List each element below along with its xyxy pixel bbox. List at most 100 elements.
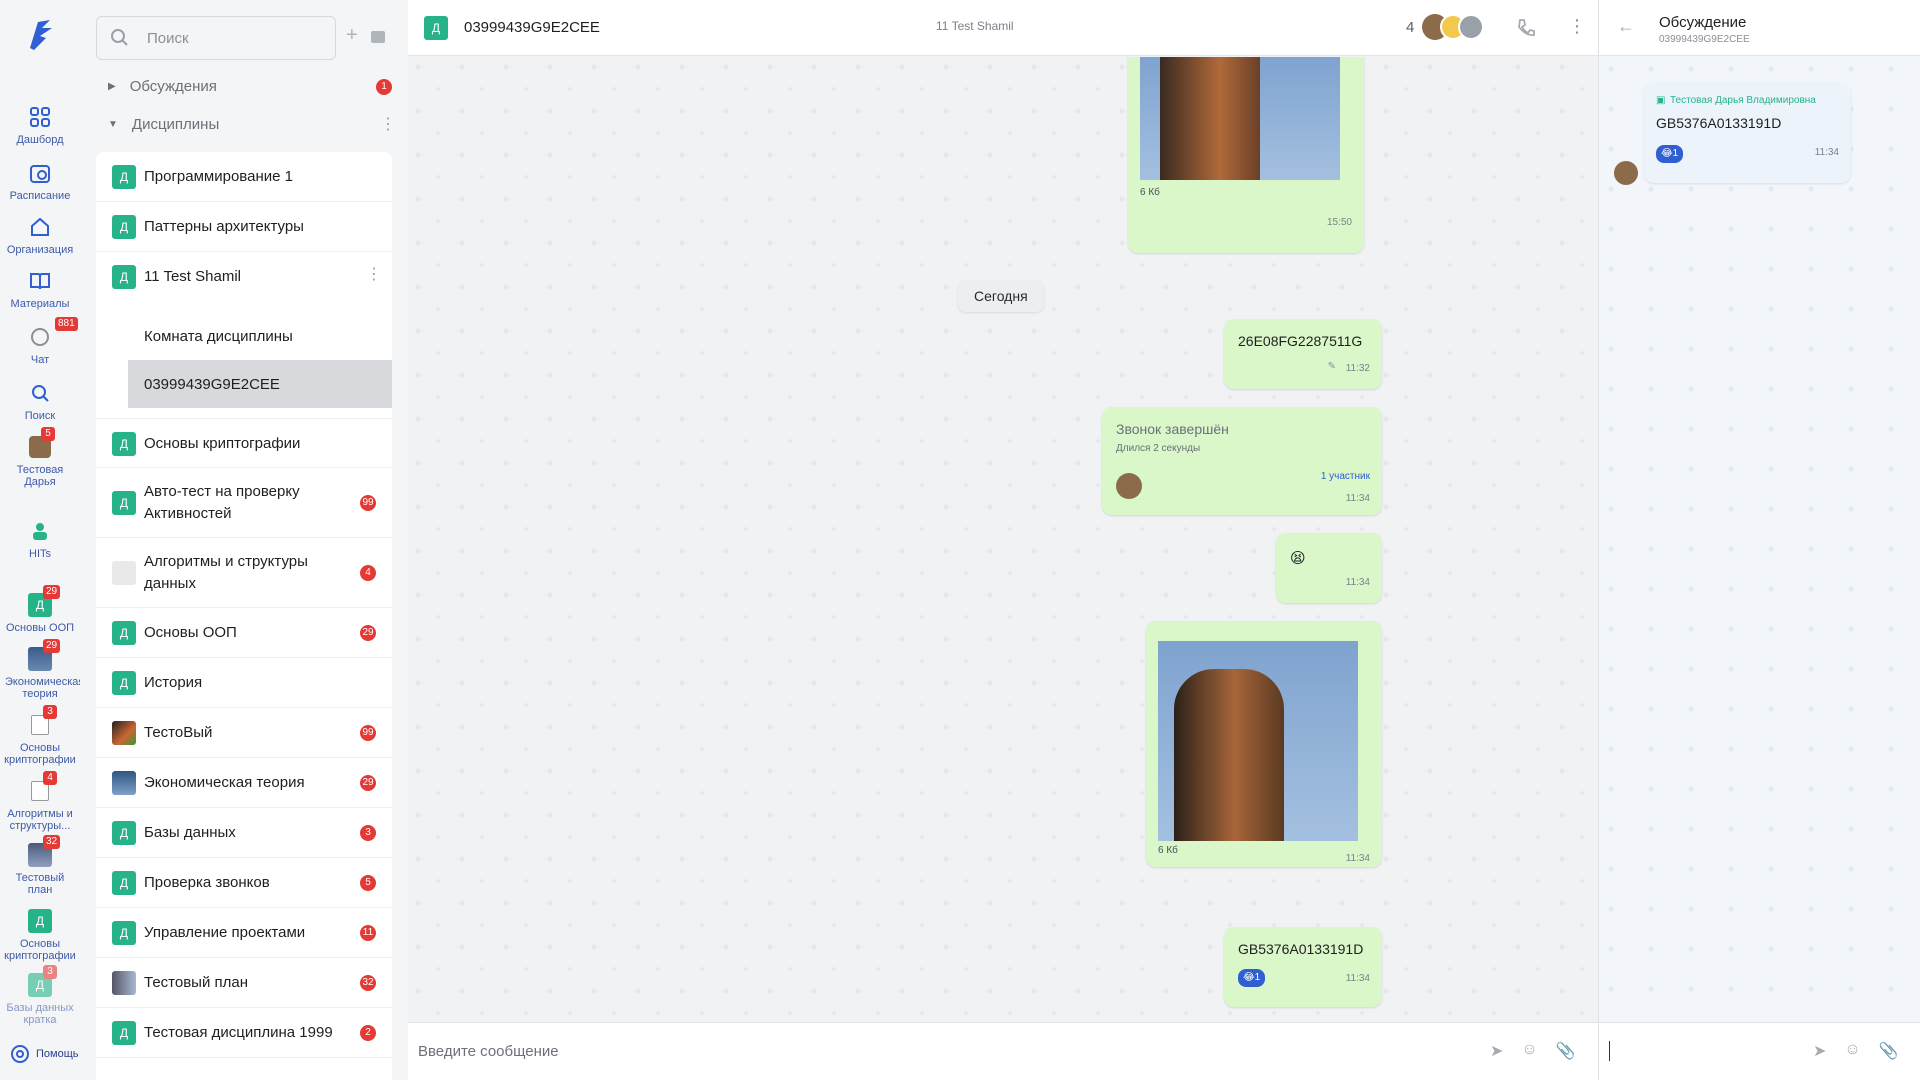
thread-panel: ← Обсуждение 03999439G9E2CEE ▣ Тестовая …: [1598, 0, 1920, 1080]
thread-message[interactable]: ▣ Тестовая Дарья Владимировна GB5376A013…: [1644, 83, 1851, 183]
back-arrow-icon[interactable]: ←: [1617, 16, 1635, 37]
message-image[interactable]: 6 Кб 11:34: [1146, 621, 1382, 867]
more-icon[interactable]: ⋮: [1568, 16, 1586, 37]
hits-icon: [27, 518, 53, 544]
message-time: 15:50: [1326, 217, 1352, 228]
nav-label: Базы данных кратка: [6, 1002, 74, 1026]
nav-discipline-algo[interactable]: 4 Алгоритмы и структуры...: [0, 771, 80, 832]
nav-discipline-oop[interactable]: Д 29 Основы ООП: [0, 585, 80, 634]
list-item[interactable]: Д Основы ООП 29: [96, 608, 392, 658]
chat-icon: 881: [27, 317, 78, 350]
list-item[interactable]: Д Тестовая дисциплина 1999 2: [96, 1008, 392, 1058]
photo[interactable]: [1140, 57, 1340, 180]
list-item[interactable]: Д 11 Test Shamil ⋮: [96, 252, 392, 302]
list-item-name: Авто-тест на проверку Активностей: [144, 483, 300, 522]
group-disciplines[interactable]: ▼ Дисциплины: [108, 116, 219, 133]
emoji-icon[interactable]: ☺: [1521, 1041, 1537, 1061]
list-item[interactable]: Д Авто-тест на проверку Активностей 99: [96, 468, 392, 538]
message-image[interactable]: 6 Кб 15:50: [1128, 57, 1364, 253]
chat-subtitle[interactable]: 11 Test Shamil: [936, 19, 1014, 33]
group-discussions[interactable]: ▶ Обсуждения: [108, 78, 217, 95]
more-icon[interactable]: ⋮: [380, 114, 396, 134]
message-time: 11:34: [1345, 577, 1370, 588]
emoji-icon[interactable]: ☺: [1844, 1041, 1860, 1061]
list-item[interactable]: Д Основы криптографии: [96, 418, 392, 468]
nav-schedule[interactable]: Расписание: [0, 160, 80, 202]
attach-icon[interactable]: 📎: [1556, 1041, 1576, 1061]
nav-organization[interactable]: Организация: [0, 214, 80, 256]
logo-icon[interactable]: [24, 18, 56, 57]
thread-messages: ▣ Тестовая Дарья Владимировна GB5376A013…: [1599, 57, 1920, 1022]
photo[interactable]: [1158, 641, 1358, 841]
list-item-name: Проверка звонков: [144, 874, 270, 891]
composer-placeholder[interactable]: Введите сообщение: [418, 1043, 559, 1060]
list-item[interactable]: Экономическая теория 29: [96, 758, 392, 808]
message-call[interactable]: Звонок завершён Длился 2 секунды 1 участ…: [1102, 407, 1382, 515]
member-count[interactable]: 4: [1406, 19, 1414, 36]
message-composer[interactable]: Введите сообщение ➤ ☺ 📎: [408, 1022, 1598, 1080]
discipline-image: [112, 771, 136, 795]
nav-discipline-plan[interactable]: 32 Тестовый план: [0, 835, 80, 896]
send-icon[interactable]: ➤: [1490, 1041, 1503, 1061]
call-title: Звонок завершён: [1116, 421, 1229, 437]
list-item[interactable]: Д История: [96, 658, 392, 708]
message-body: 26E08FG2287511G: [1238, 333, 1363, 349]
message-text[interactable]: GB5376A0133191D 😂1 11:34: [1224, 927, 1382, 1007]
nav-label: Материалы: [10, 298, 70, 310]
message-author[interactable]: Тестовая Дарья Владимировна: [1670, 95, 1816, 106]
message-text[interactable]: 26E08FG2287511G 11:32 ✎: [1224, 319, 1382, 389]
list-item-name: Экономическая теория: [144, 774, 305, 791]
phone-icon[interactable]: [1516, 18, 1536, 38]
attach-icon[interactable]: 📎: [1879, 1041, 1899, 1061]
book-icon: [27, 268, 53, 294]
nav-discipline-db[interactable]: Д 3 Базы данных кратка: [0, 965, 80, 1026]
list-item[interactable]: Алгоритмы и структуры данных 4: [96, 538, 392, 608]
search-input[interactable]: Поиск: [96, 16, 336, 60]
archive-icon[interactable]: [370, 28, 386, 49]
message-body: GB5376A0133191D: [1238, 941, 1364, 957]
list-item-name: Тестовая дисциплина 1999: [144, 1024, 333, 1041]
reaction-chip[interactable]: 😂1: [1656, 145, 1684, 163]
reaction-chip[interactable]: 😂1: [1238, 969, 1266, 987]
nav-label: Основы криптографии: [4, 938, 76, 962]
nav-hits[interactable]: HITs: [0, 518, 80, 560]
list-item[interactable]: Д Базы данных 3: [96, 808, 392, 858]
nav-discipline-crypto-2[interactable]: Д Основы криптографии: [0, 908, 80, 962]
nav-discipline-crypto[interactable]: 3 Основы криптографии: [0, 705, 80, 766]
list-item[interactable]: Д Проверка звонков 5: [96, 858, 392, 908]
list-item[interactable]: Д Паттерны архитектуры: [96, 202, 392, 252]
avatar: [1458, 14, 1484, 40]
nav-dashboard[interactable]: Дашборд: [0, 104, 80, 146]
discipline-badge: 4: [43, 771, 57, 785]
discipline-avatar: Д: [112, 165, 136, 189]
message-emoji[interactable]: 😫 11:34: [1276, 533, 1382, 603]
help-button[interactable]: Помощь: [10, 1044, 79, 1064]
message-body: GB5376A0133191D: [1656, 115, 1782, 131]
list-item-name: Алгоритмы и структуры данных: [144, 553, 308, 592]
thread-composer[interactable]: ➤ ☺ 📎: [1599, 1022, 1920, 1080]
nav-materials[interactable]: Материалы: [0, 268, 80, 310]
subroom-item[interactable]: Комната дисциплины: [128, 312, 392, 360]
nav-search[interactable]: Поиск: [0, 380, 80, 422]
call-participants[interactable]: 1 участник: [1321, 471, 1370, 482]
list-item-name: ТестоВый: [144, 724, 213, 741]
unread-badge: 3: [360, 825, 376, 841]
nav-profile[interactable]: 5 Тестовая Дарья: [0, 427, 80, 488]
list-item[interactable]: Д Программирование 1: [96, 152, 392, 202]
list-item[interactable]: Тестовый план 32: [96, 958, 392, 1008]
group-badge: 1: [376, 79, 392, 95]
unread-badge: 32: [360, 975, 376, 991]
send-icon[interactable]: ➤: [1813, 1041, 1826, 1061]
list-item[interactable]: Д Управление проектами 11: [96, 908, 392, 958]
nav-discipline-econ[interactable]: 29 Экономическая теория: [0, 639, 84, 700]
nav-chat[interactable]: 881 Чат: [0, 317, 80, 366]
home-icon: [27, 214, 53, 240]
search-icon: [111, 29, 128, 46]
member-avatars[interactable]: [1422, 14, 1484, 40]
discipline-avatar: Д: [112, 432, 136, 456]
add-icon[interactable]: +: [346, 25, 358, 49]
more-icon[interactable]: ⋮: [366, 264, 382, 284]
subroom-item-selected[interactable]: 03999439G9E2CEE: [128, 360, 392, 408]
list-item[interactable]: ТестоВый 99: [96, 708, 392, 758]
nav-label: Чат: [30, 354, 50, 366]
